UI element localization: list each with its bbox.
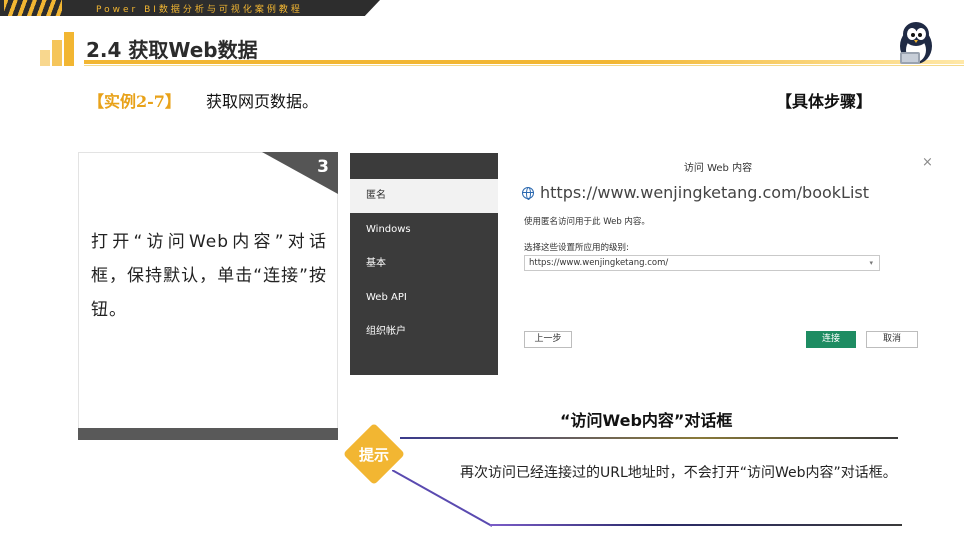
figure-caption: “访问Web内容”对话框	[560, 411, 733, 430]
section-title: 2.4 获取Web数据	[86, 38, 258, 62]
level-label: 选择这些设置所应用的级别:	[524, 243, 629, 253]
example-tag: 【实例2-7】	[88, 92, 181, 111]
sidebar-item-windows[interactable]: Windows	[350, 213, 498, 247]
close-icon[interactable]: ×	[922, 155, 933, 170]
ribbon-stripes	[4, 0, 62, 16]
course-ribbon: Power BI数据分析与可视化案例教程	[0, 0, 380, 16]
title-underline	[84, 60, 964, 64]
globe-icon	[522, 187, 534, 200]
step-card: 3 打开“访问Web内容”对话框，保持默认，单击“连接”按钮。	[78, 152, 338, 440]
tip-border-top	[400, 437, 898, 439]
cancel-button[interactable]: 取消	[866, 331, 918, 348]
sidebar-item-anonymous[interactable]: 匿名	[350, 179, 498, 213]
steps-label: 【具体步骤】	[776, 92, 873, 111]
url-text: https://www.wenjingketang.com/bookList	[540, 183, 870, 202]
chevron-down-icon: ▾	[869, 259, 873, 267]
back-button[interactable]: 上一步	[524, 331, 572, 348]
step-text: 打开“访问Web内容”对话框，保持默认，单击“连接”按钮。	[91, 232, 327, 320]
level-select[interactable]: https://www.wenjingketang.com/ ▾	[524, 255, 880, 271]
dialog-title: 访问 Web 内容	[683, 163, 753, 174]
course-name: Power BI数据分析与可视化案例教程	[96, 5, 303, 15]
title-bars-icon	[40, 32, 80, 66]
sidebar-item-basic[interactable]: 基本	[350, 247, 498, 281]
level-select-value: https://www.wenjingketang.com/	[529, 258, 669, 268]
tip-badge-label: 提示	[358, 446, 389, 464]
access-web-dialog: 访问 Web 内容 × https://www.wenjingketang.co…	[498, 153, 944, 375]
auth-sidebar: 匿名 Windows 基本 Web API 组织帐户	[350, 153, 498, 375]
penguin-mascot-icon	[900, 22, 932, 64]
step-number: 3	[317, 157, 329, 177]
anonymous-description: 使用匿名访问用于此 Web 内容。	[524, 217, 650, 227]
sidebar-item-org-account[interactable]: 组织帐户	[350, 315, 498, 349]
tip-text: 再次访问已经连接过的URL地址时，不会打开“访问Web内容”对话框。	[460, 465, 897, 481]
example-text: 获取网页数据。	[206, 92, 319, 111]
step-card-bottom-bar	[78, 428, 338, 440]
connect-button[interactable]: 连接	[806, 331, 856, 348]
title-underline-thin	[84, 65, 964, 66]
sidebar-item-web-api[interactable]: Web API	[350, 281, 498, 315]
tip-border-bottom	[490, 524, 902, 526]
